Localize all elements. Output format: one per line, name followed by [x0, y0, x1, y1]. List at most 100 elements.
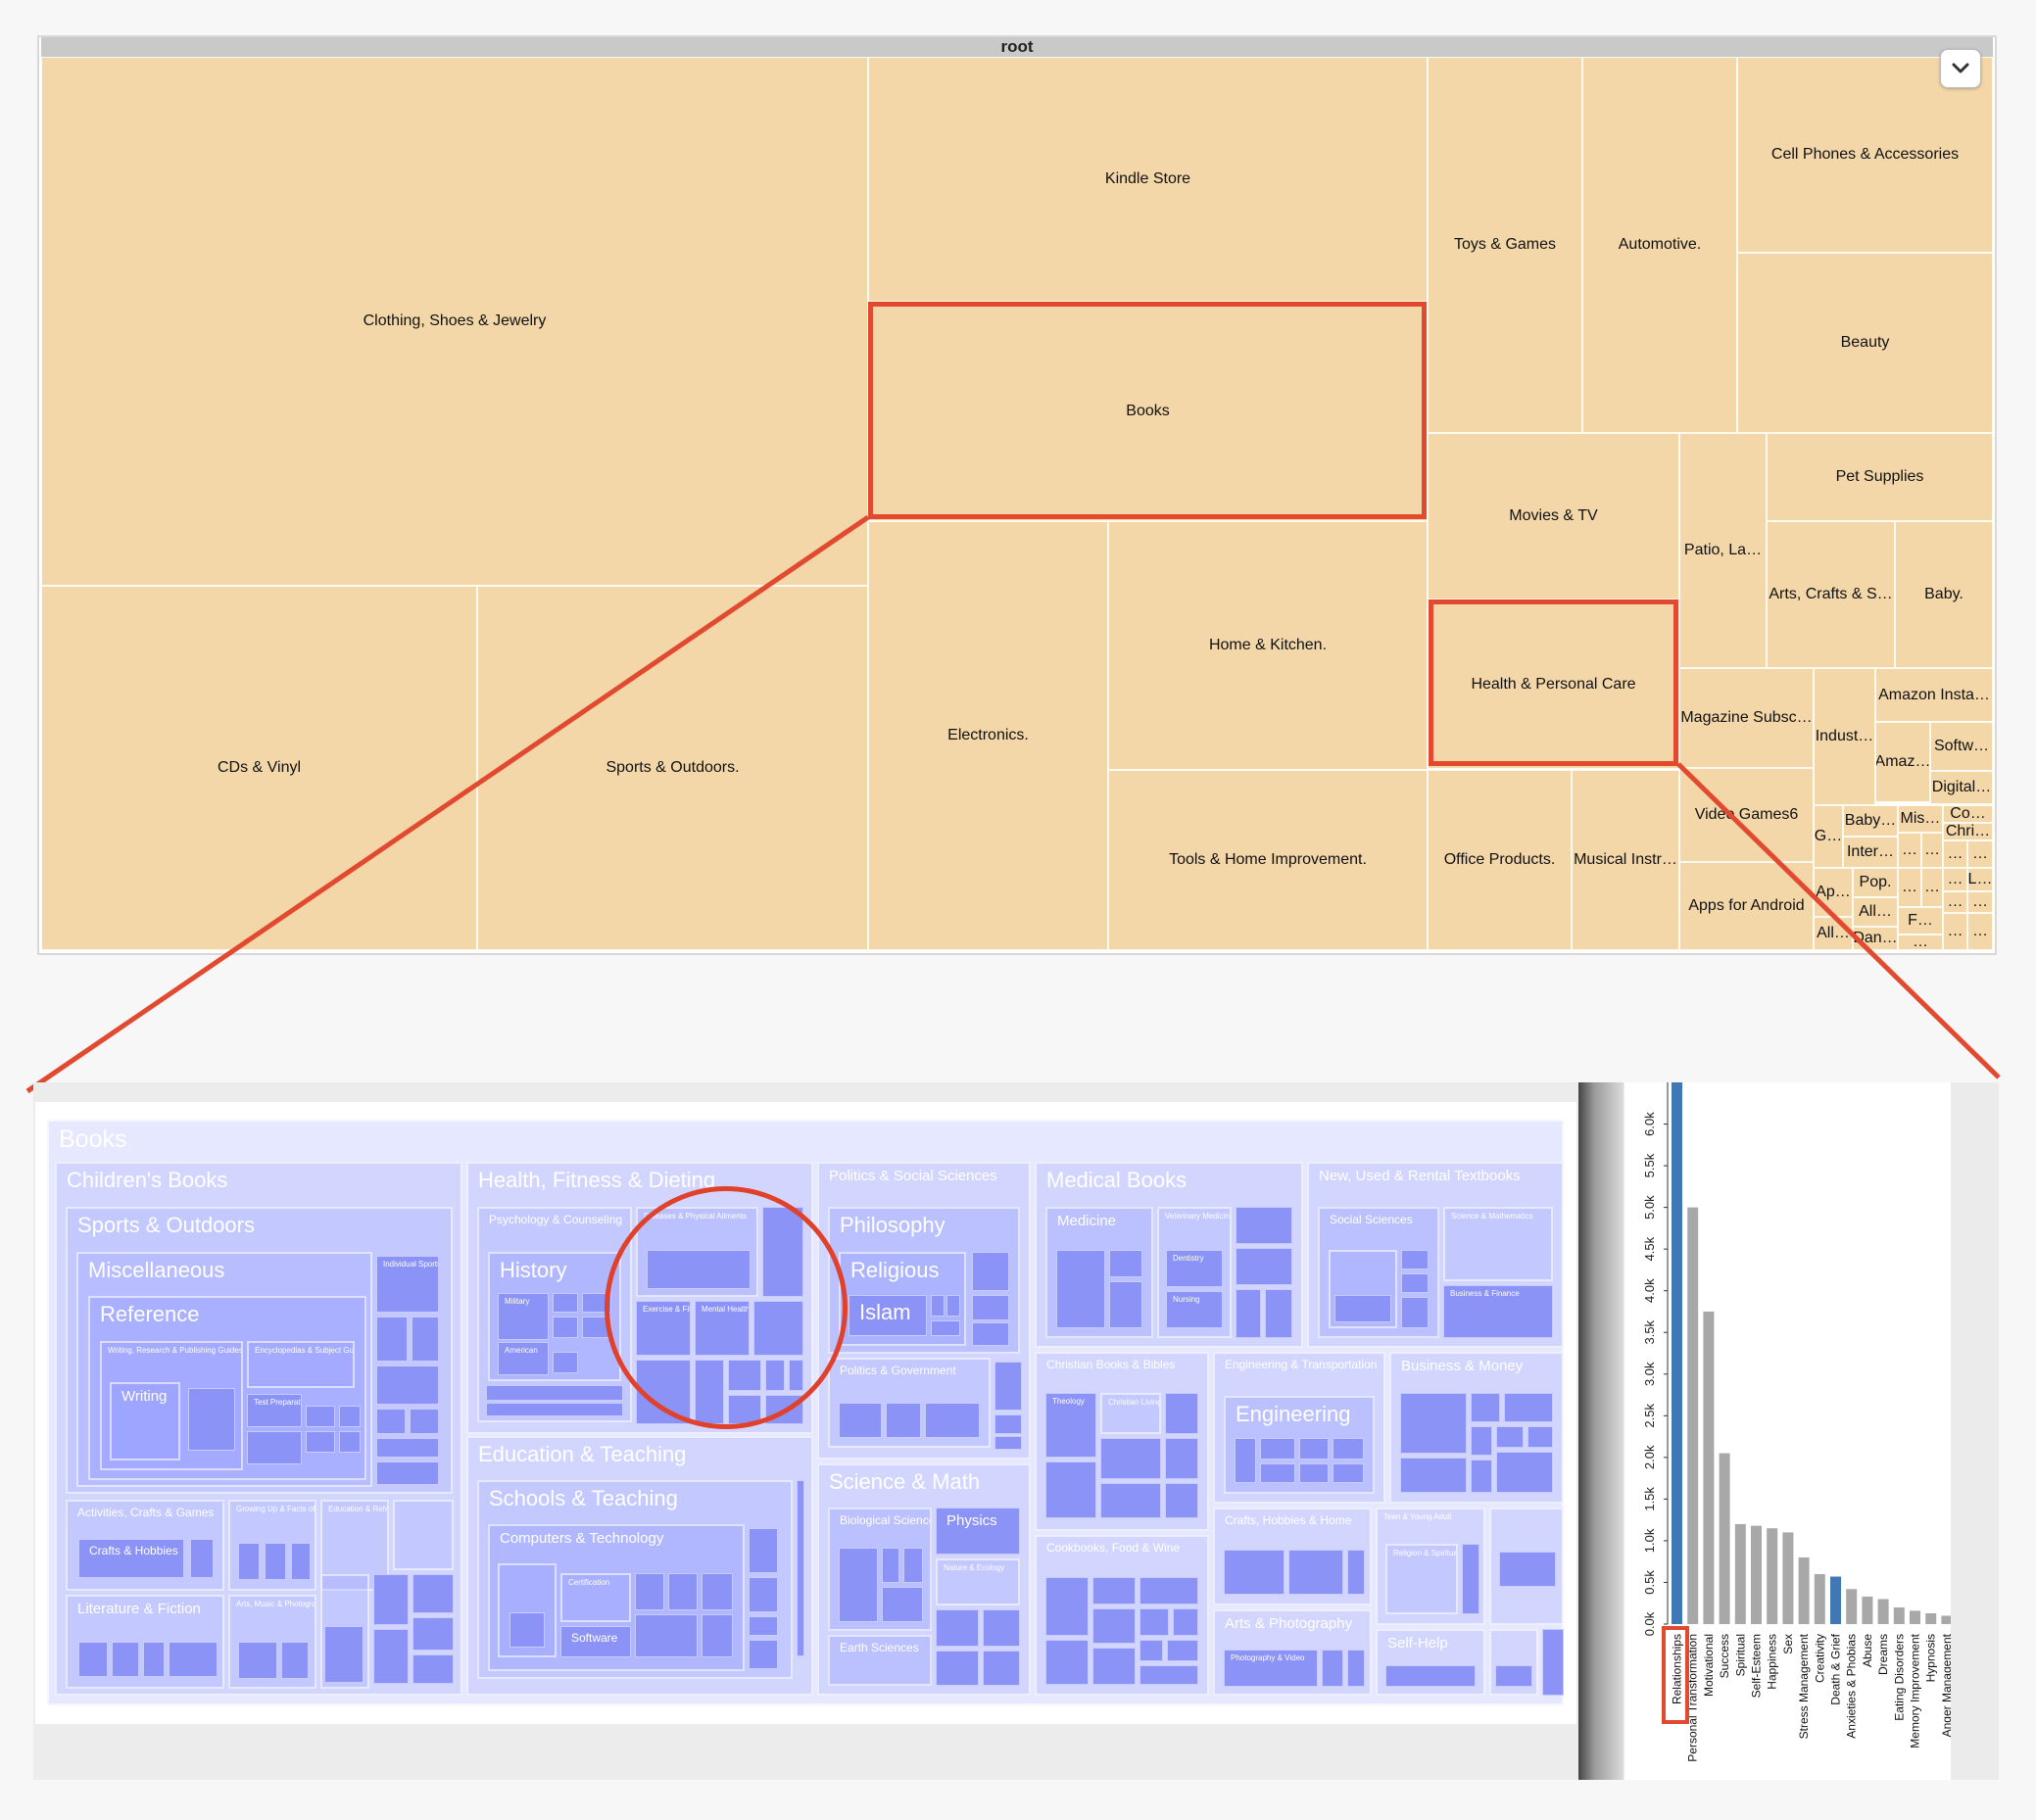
treemap-leaf[interactable] — [410, 1409, 439, 1434]
treemap-leaf[interactable] — [1139, 1665, 1198, 1685]
treemap-node[interactable]: Writing — [110, 1382, 180, 1461]
treemap-leaf[interactable] — [1100, 1483, 1161, 1518]
treemap-leaf[interactable] — [983, 1651, 1020, 1686]
treemap-leaf[interactable] — [882, 1587, 923, 1622]
treemap-leaf[interactable] — [1045, 1640, 1089, 1685]
treemap-leaf[interactable] — [1385, 1665, 1476, 1687]
treemap-leaf[interactable] — [1236, 1248, 1292, 1285]
treemap-leaf[interactable] — [903, 1548, 923, 1583]
treemap-leaf[interactable] — [1496, 1426, 1524, 1448]
treemap-leaf[interactable] — [1495, 1665, 1532, 1687]
treemap-leaf[interactable] — [1165, 1438, 1198, 1479]
treemap-leaf[interactable] — [1288, 1550, 1343, 1595]
treemap-leaf[interactable] — [668, 1573, 698, 1610]
treemap-leaf[interactable] — [238, 1642, 277, 1679]
treemap-leaf[interactable] — [702, 1614, 733, 1657]
treemap-leaf[interactable] — [839, 1548, 878, 1622]
treemap-leaf[interactable]: Theology — [1045, 1393, 1096, 1458]
treemap-leaf[interactable] — [1139, 1640, 1163, 1661]
treemap-leaf[interactable] — [1167, 1640, 1198, 1661]
treemap-leaf[interactable] — [983, 1609, 1020, 1647]
treemap-leaf[interactable] — [1496, 1452, 1553, 1493]
treemap-leaf[interactable] — [373, 1629, 409, 1684]
treemap-node[interactable]: Earth Sciences — [828, 1635, 932, 1686]
treemap-leaf[interactable] — [882, 1548, 899, 1583]
treemap-leaf[interactable] — [931, 1295, 945, 1317]
treemap-leaf[interactable] — [1462, 1544, 1479, 1614]
treemap-leaf[interactable] — [936, 1609, 979, 1647]
treemap-leaf[interactable] — [1471, 1393, 1500, 1422]
treemap-node[interactable]: Nature & Ecology — [936, 1558, 1020, 1605]
treemap-leaf[interactable] — [1109, 1281, 1142, 1328]
treemap-leaf[interactable] — [1333, 1463, 1364, 1483]
treemap-leaf[interactable] — [143, 1642, 165, 1677]
treemap-leaf[interactable] — [324, 1626, 364, 1683]
treemap-leaf[interactable] — [553, 1293, 578, 1313]
treemap-leaf[interactable] — [1347, 1550, 1365, 1595]
treemap-leaf[interactable]: Dentistry — [1166, 1250, 1223, 1287]
treemap-leaf[interactable]: American — [498, 1342, 549, 1375]
treemap-leaf[interactable] — [291, 1543, 311, 1580]
treemap-leaf[interactable] — [749, 1577, 778, 1612]
treemap-leaf[interactable] — [931, 1320, 960, 1336]
treemap-leaf[interactable] — [1299, 1438, 1329, 1460]
treemap-leaf[interactable] — [1092, 1577, 1136, 1604]
treemap-leaf[interactable] — [1400, 1393, 1467, 1454]
treemap-leaf[interactable] — [1165, 1393, 1198, 1434]
treemap-leaf[interactable] — [635, 1573, 664, 1610]
treemap-leaf[interactable] — [376, 1461, 439, 1485]
treemap-leaf[interactable]: Physics — [936, 1508, 1020, 1555]
treemap-leaf[interactable] — [1173, 1608, 1198, 1636]
treemap-leaf[interactable] — [376, 1317, 408, 1362]
treemap-leaf[interactable] — [1109, 1250, 1142, 1277]
treemap-leaf[interactable] — [306, 1406, 335, 1427]
treemap-leaf[interactable] — [1542, 1629, 1564, 1696]
treemap-leaf[interactable] — [1527, 1426, 1553, 1448]
treemap-leaf[interactable] — [994, 1362, 1022, 1411]
treemap-leaf[interactable] — [1045, 1461, 1096, 1518]
treemap-leaf[interactable] — [1471, 1426, 1492, 1456]
treemap-leaf[interactable] — [1235, 1438, 1256, 1483]
treemap-leaf[interactable] — [190, 1539, 214, 1578]
treemap-leaf[interactable] — [1092, 1648, 1136, 1685]
treemap-leaf[interactable] — [1139, 1608, 1169, 1636]
treemap-leaf[interactable] — [925, 1403, 980, 1438]
treemap-leaf[interactable] — [1260, 1463, 1295, 1483]
treemap-leaf[interactable] — [839, 1403, 882, 1438]
treemap-leaf[interactable] — [281, 1642, 309, 1679]
treemap-leaf[interactable] — [749, 1616, 778, 1636]
treemap-leaf[interactable]: Individual Sports — [376, 1256, 439, 1313]
treemap-leaf[interactable] — [373, 1574, 409, 1625]
treemap-leaf[interactable] — [886, 1403, 921, 1438]
treemap-leaf[interactable] — [1260, 1438, 1295, 1460]
treemap-node[interactable] — [393, 1500, 454, 1570]
treemap-leaf[interactable] — [972, 1252, 1009, 1291]
treemap-leaf[interactable] — [188, 1388, 235, 1451]
treemap-leaf[interactable]: Test Preparation — [247, 1394, 302, 1427]
treemap-leaf[interactable] — [1224, 1550, 1285, 1595]
treemap-leaf[interactable] — [936, 1651, 979, 1686]
treemap-node[interactable]: Christian Living — [1100, 1393, 1161, 1434]
treemap-leaf[interactable] — [1471, 1460, 1492, 1493]
treemap-leaf[interactable]: Crafts & Hobbies — [78, 1539, 184, 1578]
treemap-leaf[interactable] — [635, 1614, 698, 1657]
treemap-leaf[interactable] — [797, 1480, 804, 1656]
treemap-leaf[interactable] — [1401, 1273, 1429, 1293]
treemap-leaf[interactable] — [412, 1574, 454, 1613]
treemap-node[interactable]: Certification — [560, 1573, 631, 1622]
treemap-leaf[interactable] — [376, 1438, 439, 1458]
treemap-leaf[interactable] — [1056, 1250, 1105, 1328]
treemap-leaf[interactable] — [376, 1409, 406, 1434]
treemap-leaf[interactable] — [306, 1431, 335, 1453]
treemap-leaf[interactable] — [1139, 1577, 1198, 1604]
treemap-leaf[interactable]: Nursing — [1166, 1291, 1223, 1328]
treemap-leaf[interactable] — [486, 1385, 623, 1401]
treemap-leaf[interactable] — [1265, 1289, 1292, 1338]
treemap-leaf[interactable]: Military — [498, 1293, 549, 1340]
treemap-leaf[interactable] — [1100, 1438, 1161, 1479]
treemap-node[interactable]: Religion & Spirituality — [1385, 1544, 1458, 1614]
treemap-leaf[interactable] — [1236, 1289, 1261, 1338]
treemap-leaf[interactable] — [1299, 1463, 1329, 1483]
treemap-leaf[interactable] — [169, 1642, 218, 1677]
treemap-leaf[interactable] — [702, 1573, 733, 1610]
